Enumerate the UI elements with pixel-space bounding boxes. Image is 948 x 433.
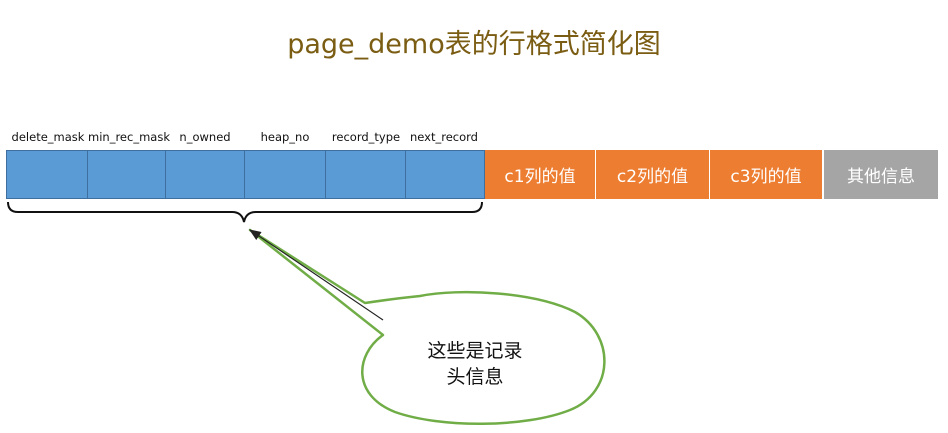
callout-text-line1: 这些是记录 bbox=[427, 340, 523, 362]
callout-arrow bbox=[249, 229, 384, 321]
callout-bubble bbox=[248, 228, 606, 425]
callout-text-line2: 头信息 bbox=[446, 366, 504, 388]
header-brace bbox=[7, 201, 483, 223]
callout-text: 这些是记录 头信息 bbox=[420, 338, 530, 390]
